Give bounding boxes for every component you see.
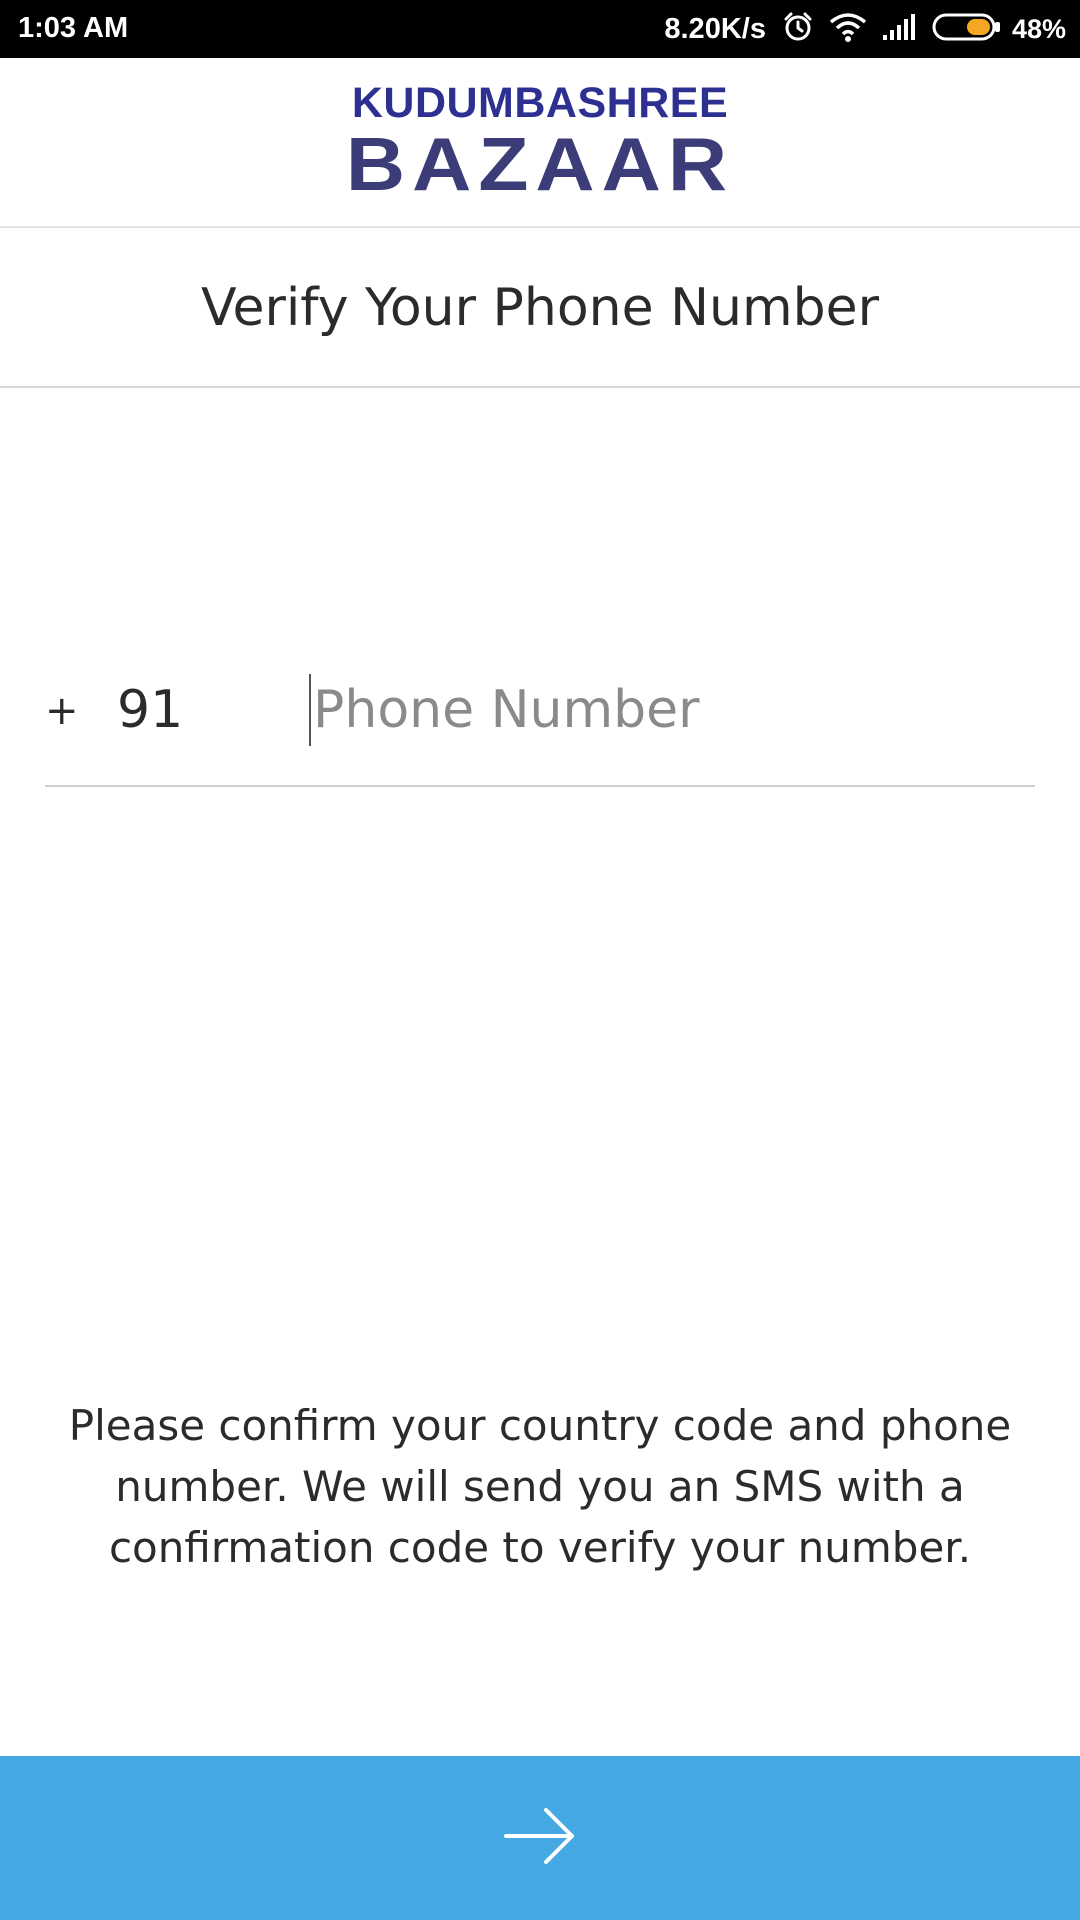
status-icons: 8.20K/s 48% [664,10,1066,48]
plus-sign: + [45,688,79,734]
signal-icon [882,13,918,46]
battery-icon [932,12,1002,47]
wifi-icon [828,11,868,48]
status-time: 1:03 AM [18,12,129,44]
phone-input-row: + 91 [45,660,1035,787]
network-speed: 8.20K/s [664,12,766,45]
country-code-field[interactable]: 91 [117,680,183,740]
battery-percent: 48% [1011,13,1066,44]
confirmation-info-text: Please confirm your country code and pho… [68,1401,1012,1572]
page-title: Verify Your Phone Number [200,278,880,338]
status-bar: 1:03 AM 8.20K/s 48% [0,0,1080,58]
alarm-icon [782,11,814,48]
logo-bazaar: BAZAAR [345,122,735,207]
title-bar: Verify Your Phone Number [0,228,1080,388]
next-button[interactable] [0,1756,1080,1920]
app-header: KUDUMBASHREE BAZAAR [0,58,1080,228]
phone-number-input[interactable] [307,670,1023,750]
arrow-right-icon [502,1806,578,1870]
logo-kudumbashree: KUDUMBASHREE [351,79,729,127]
text-cursor [309,674,311,746]
